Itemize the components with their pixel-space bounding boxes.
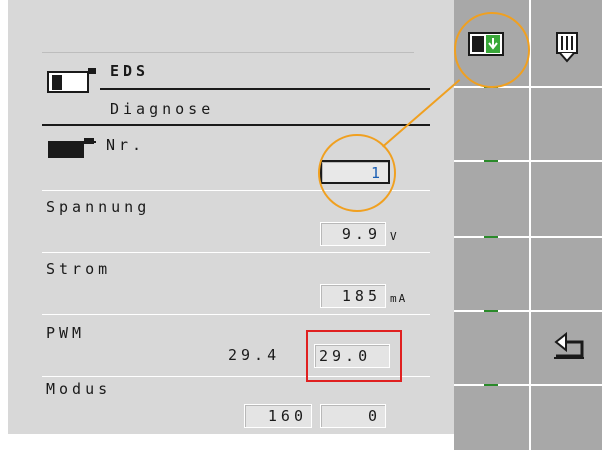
highlight-box-pwm xyxy=(306,330,402,382)
pwm-actual-value: 29.4 xyxy=(228,346,281,364)
page-title: EDS xyxy=(110,62,150,80)
device-icon xyxy=(47,68,96,93)
memory-module-icon xyxy=(556,32,578,63)
memory-softkey[interactable] xyxy=(554,30,580,70)
softkey-divider xyxy=(454,160,602,162)
strom-value: 185 xyxy=(320,284,386,308)
page-subtitle: Diagnose xyxy=(110,100,215,118)
title-underline xyxy=(100,88,430,90)
spannung-label: Spannung xyxy=(46,198,151,216)
softkey-divider xyxy=(454,236,602,238)
back-softkey[interactable] xyxy=(552,330,586,364)
highlight-circle-softkey xyxy=(454,12,530,88)
header-top-line xyxy=(42,52,414,53)
pwm-label: PWM xyxy=(46,324,86,342)
row-separator xyxy=(42,252,430,253)
modus-value-2[interactable]: 0 xyxy=(320,404,386,428)
subtitle-underline xyxy=(42,124,430,126)
modus-value-1: 160 xyxy=(244,404,312,428)
row-separator xyxy=(42,314,430,315)
softkey-divider xyxy=(454,310,602,312)
device-icon-small xyxy=(48,138,96,158)
softkey-column-divider xyxy=(529,0,531,450)
back-arrow-icon xyxy=(554,331,584,359)
softkey-divider xyxy=(454,86,602,88)
modus-label: Modus xyxy=(46,380,112,398)
nr-label: Nr. xyxy=(106,136,146,154)
spannung-value: 9.9 xyxy=(320,222,386,246)
strom-label: Strom xyxy=(46,260,112,278)
strom-unit: mA xyxy=(390,292,408,305)
spannung-unit: V xyxy=(390,230,399,243)
softkey-divider xyxy=(454,384,602,386)
